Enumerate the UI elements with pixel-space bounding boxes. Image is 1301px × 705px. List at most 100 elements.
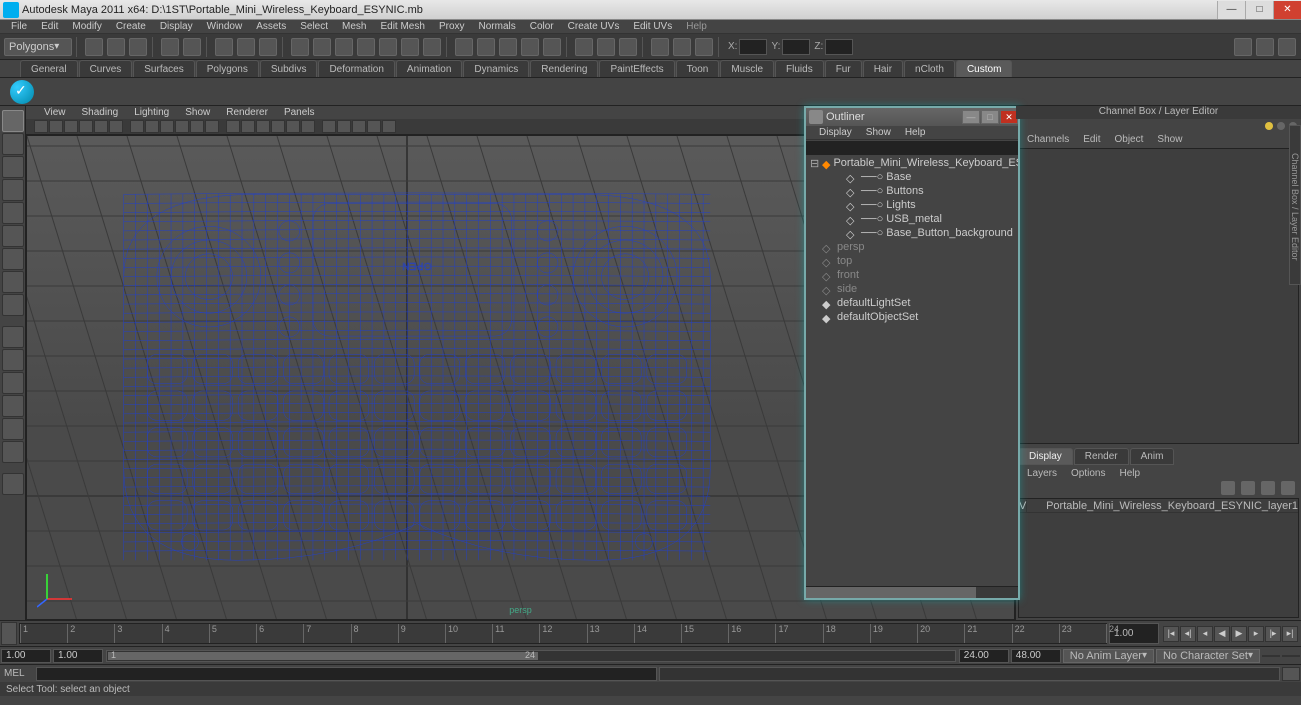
show-manip-tool-icon[interactable]: [2, 294, 24, 316]
go-end-button[interactable]: ▸|: [1282, 626, 1298, 642]
vp-tool-icon[interactable]: [301, 120, 315, 133]
vp-tool-icon[interactable]: [109, 120, 123, 133]
menu-createuvs[interactable]: Create UVs: [561, 20, 627, 34]
outliner-item[interactable]: ◇──○ Lights: [806, 198, 1018, 212]
menu-select[interactable]: Select: [293, 20, 335, 34]
shelf-tab-painteffects[interactable]: PaintEffects: [599, 60, 674, 77]
cb-menu-show[interactable]: Show: [1150, 134, 1189, 145]
shelf-tab-deformation[interactable]: Deformation: [318, 60, 394, 77]
render-settings-icon[interactable]: [695, 38, 713, 56]
menu-normals[interactable]: Normals: [472, 20, 523, 34]
outliner-scrollbar-h[interactable]: [806, 586, 1018, 598]
range-end-inner-field[interactable]: 24.00: [959, 649, 1009, 663]
outliner-menu-help[interactable]: Help: [898, 127, 933, 138]
shelf-tab-general[interactable]: General: [20, 60, 78, 77]
new-scene-icon[interactable]: [85, 38, 103, 56]
time-slider-handle-left[interactable]: [1, 622, 17, 645]
shelf-tab-surfaces[interactable]: Surfaces: [133, 60, 194, 77]
outliner-item[interactable]: ◆defaultLightSet: [806, 296, 1018, 310]
character-set-selector[interactable]: No Character Set ▾: [1156, 649, 1260, 663]
outliner-minimize-button[interactable]: ―: [962, 110, 980, 124]
history-icon[interactable]: [597, 38, 615, 56]
outliner-item[interactable]: ◇top: [806, 254, 1018, 268]
anim-layer-selector[interactable]: No Anim Layer ▾: [1063, 649, 1154, 663]
vp-tool-icon[interactable]: [367, 120, 381, 133]
range-start-inner-field[interactable]: 1.00: [53, 649, 103, 663]
cb-menu-channels[interactable]: Channels: [1020, 134, 1076, 145]
vp-menu-lighting[interactable]: Lighting: [126, 107, 177, 118]
shelf-tab-hair[interactable]: Hair: [863, 60, 903, 77]
prefs-button[interactable]: [1282, 655, 1300, 657]
vp-tool-icon[interactable]: [190, 120, 204, 133]
outliner-item[interactable]: ◇──○ Buttons: [806, 184, 1018, 198]
history-icon[interactable]: [619, 38, 637, 56]
menu-window[interactable]: Window: [200, 20, 250, 34]
vp-tool-icon[interactable]: [34, 120, 48, 133]
vp-tool-icon[interactable]: [145, 120, 159, 133]
outliner-menu-display[interactable]: Display: [812, 127, 859, 138]
vp-menu-show[interactable]: Show: [177, 107, 218, 118]
layer-name[interactable]: Portable_Mini_Wireless_Keyboard_ESYNIC_l…: [1042, 500, 1298, 512]
vp-tool-icon[interactable]: [160, 120, 174, 133]
menu-edituvs[interactable]: Edit UVs: [626, 20, 679, 34]
vp-tool-icon[interactable]: [241, 120, 255, 133]
select-obj-icon[interactable]: [237, 38, 255, 56]
step-back-button[interactable]: ◂: [1197, 626, 1213, 642]
vp-tool-icon[interactable]: [49, 120, 63, 133]
menu-help[interactable]: Help: [679, 20, 714, 34]
vp-tool-icon[interactable]: [337, 120, 351, 133]
layer-menu-help[interactable]: Help: [1112, 468, 1147, 479]
menu-create[interactable]: Create: [109, 20, 153, 34]
command-input[interactable]: [36, 667, 657, 681]
outliner-titlebar[interactable]: Outliner ― □ ✕: [806, 108, 1018, 126]
layout-single-icon[interactable]: [2, 326, 24, 348]
vp-tool-icon[interactable]: [382, 120, 396, 133]
channel-toggle-icon[interactable]: [1265, 122, 1273, 130]
outliner-item[interactable]: ⊟◆Portable_Mini_Wireless_Keyboard_ESYNIC: [806, 156, 1018, 170]
construction-history-icon[interactable]: [575, 38, 593, 56]
vp-tool-icon[interactable]: [175, 120, 189, 133]
command-lang-label[interactable]: MEL: [0, 668, 36, 679]
script-editor-button[interactable]: [1282, 667, 1300, 681]
step-forward-key-button[interactable]: |▸: [1265, 626, 1281, 642]
vp-tool-icon[interactable]: [130, 120, 144, 133]
layout-icon[interactable]: [1234, 38, 1252, 56]
menu-display[interactable]: Display: [153, 20, 200, 34]
snap-live-icon[interactable]: [543, 38, 561, 56]
shelf-tab-toon[interactable]: Toon: [676, 60, 720, 77]
time-ruler[interactable]: 123456789101112131415161718192021222324: [19, 623, 1107, 644]
vp-menu-view[interactable]: View: [36, 107, 74, 118]
shelf-tab-curves[interactable]: Curves: [79, 60, 133, 77]
layer-new-empty-icon[interactable]: [1261, 481, 1275, 495]
step-back-key-button[interactable]: ◂|: [1180, 626, 1196, 642]
menu-file[interactable]: File: [4, 20, 34, 34]
paint-select-tool-icon[interactable]: [2, 156, 24, 178]
outliner-item[interactable]: ◇side: [806, 282, 1018, 296]
range-slider-track[interactable]: 1 24: [106, 650, 956, 662]
menu-color[interactable]: Color: [523, 20, 561, 34]
cb-menu-edit[interactable]: Edit: [1076, 134, 1107, 145]
step-forward-button[interactable]: ▸: [1248, 626, 1264, 642]
shelf-tab-rendering[interactable]: Rendering: [530, 60, 598, 77]
vp-menu-renderer[interactable]: Renderer: [218, 107, 276, 118]
channel-side-tab[interactable]: Channel Box / Layer Editor: [1289, 125, 1301, 285]
menu-mesh[interactable]: Mesh: [335, 20, 373, 34]
window-close-button[interactable]: ✕: [1273, 1, 1301, 19]
window-minimize-button[interactable]: ―: [1217, 1, 1245, 19]
range-slider-thumb[interactable]: [108, 652, 538, 660]
menu-modify[interactable]: Modify: [65, 20, 108, 34]
outliner-search-field[interactable]: [806, 141, 1018, 155]
select-comp-icon[interactable]: [259, 38, 277, 56]
range-start-outer-field[interactable]: 1.00: [1, 649, 51, 663]
vp-tool-icon[interactable]: [64, 120, 78, 133]
vp-tool-icon[interactable]: [322, 120, 336, 133]
ipr-icon[interactable]: [673, 38, 691, 56]
shelf-tab-subdivs[interactable]: Subdivs: [260, 60, 318, 77]
layer-tab-display[interactable]: Display: [1018, 448, 1073, 465]
shelf-tab-dynamics[interactable]: Dynamics: [463, 60, 529, 77]
layer-vis-cell[interactable]: V: [1019, 500, 1027, 512]
vp-tool-icon[interactable]: [286, 120, 300, 133]
vp-tool-icon[interactable]: [205, 120, 219, 133]
select-hier-icon[interactable]: [215, 38, 233, 56]
lasso-tool-icon[interactable]: [2, 133, 24, 155]
